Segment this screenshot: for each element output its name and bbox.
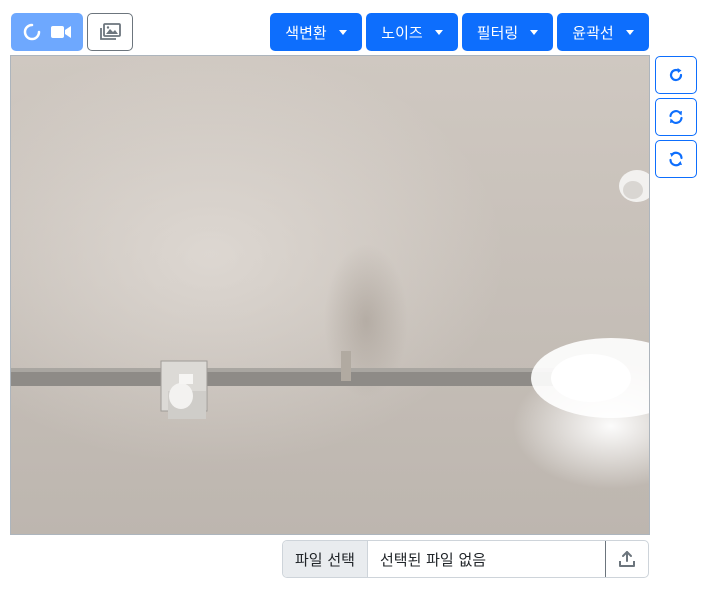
video-camera-icon bbox=[51, 26, 71, 38]
upload-button[interactable] bbox=[605, 541, 648, 577]
rotate-button[interactable] bbox=[655, 56, 697, 94]
refresh-button[interactable] bbox=[655, 140, 697, 178]
camera-feed-scene bbox=[11, 170, 649, 419]
noise-label: 노이즈 bbox=[381, 23, 423, 42]
chevron-down-icon bbox=[625, 29, 634, 35]
filtering-label: 필터링 bbox=[476, 23, 519, 42]
camera-feed bbox=[10, 55, 650, 535]
file-status-text: 선택된 파일 없음 bbox=[379, 550, 487, 569]
upload-icon bbox=[619, 551, 635, 567]
chevron-down-icon bbox=[434, 29, 443, 35]
spinner-icon bbox=[23, 23, 41, 41]
sync-button[interactable] bbox=[655, 98, 697, 136]
chevron-down-icon bbox=[530, 29, 539, 35]
file-input-group: 파일 선택 선택된 파일 없음 bbox=[282, 540, 649, 578]
color-conversion-dropdown[interactable]: 색변환 bbox=[270, 13, 362, 51]
rotate-right-icon bbox=[669, 68, 683, 82]
noise-dropdown[interactable]: 노이즈 bbox=[366, 13, 458, 51]
filtering-dropdown[interactable]: 필터링 bbox=[462, 13, 553, 51]
refresh-icon bbox=[669, 151, 683, 167]
color-conversion-label: 색변환 bbox=[285, 23, 327, 42]
gallery-button[interactable] bbox=[87, 13, 133, 51]
file-select-button[interactable]: 파일 선택 bbox=[283, 541, 368, 577]
contour-label: 윤곽선 bbox=[572, 23, 614, 42]
sync-icon bbox=[669, 110, 683, 124]
camera-toggle-button[interactable] bbox=[11, 13, 83, 51]
photo-gallery-icon bbox=[100, 23, 121, 40]
chevron-down-icon bbox=[338, 29, 347, 35]
contour-dropdown[interactable]: 윤곽선 bbox=[557, 13, 649, 51]
